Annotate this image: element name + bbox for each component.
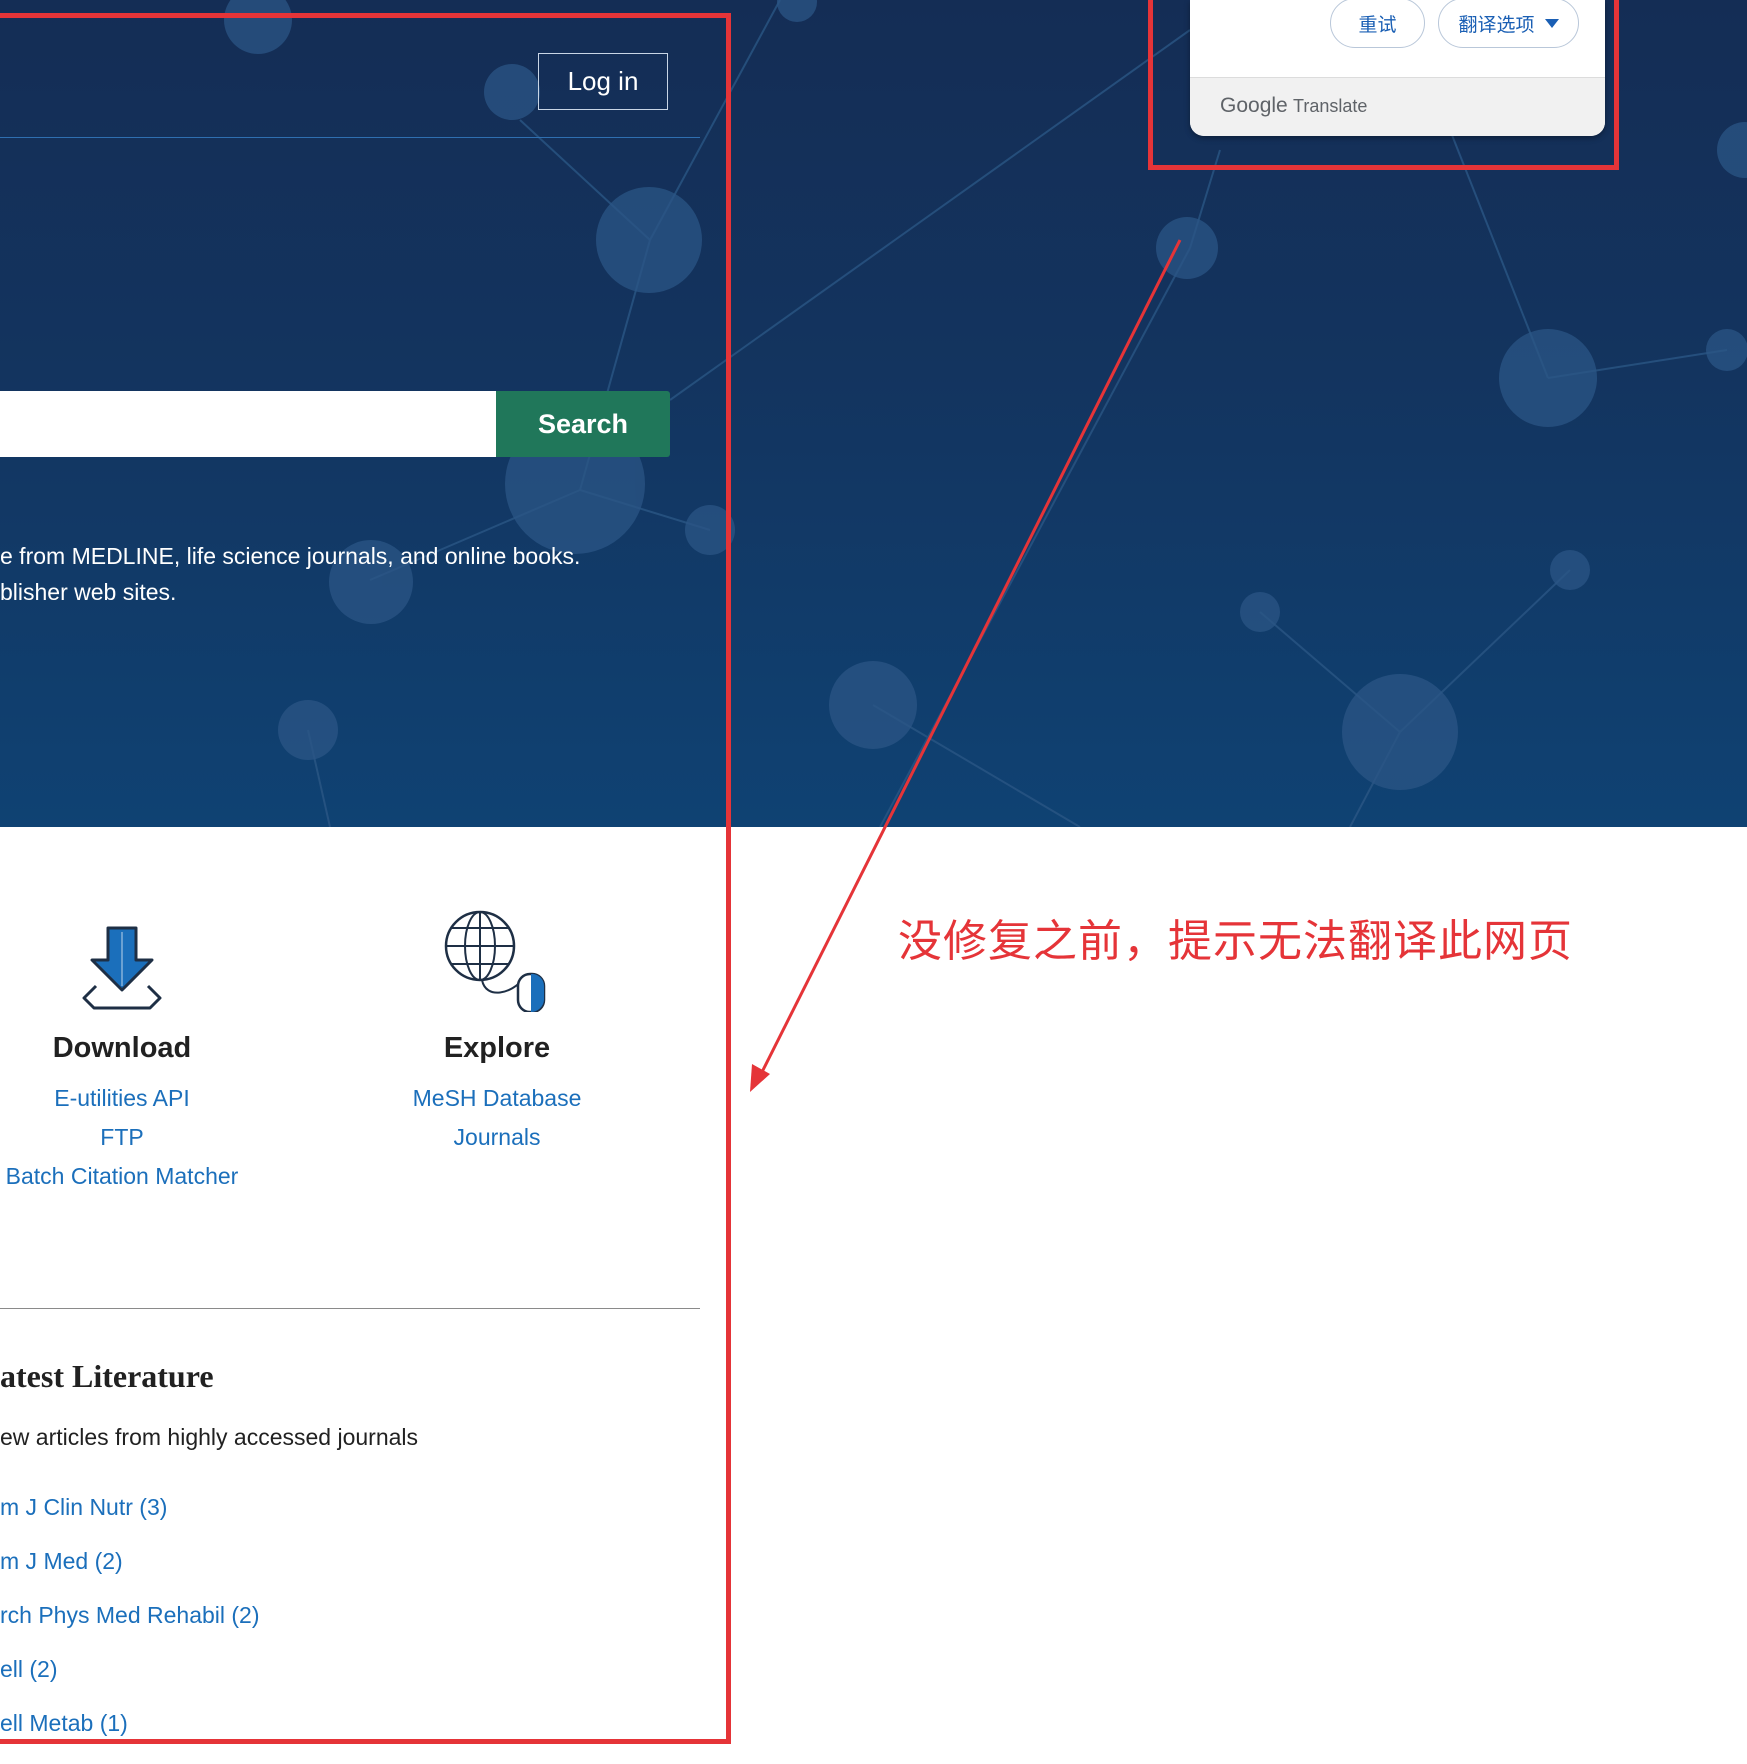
annotation-text: 没修复之前，提示无法翻译此网页 xyxy=(898,916,1573,967)
highlight-box-page xyxy=(0,13,731,1744)
highlight-box-popup xyxy=(1148,0,1619,170)
